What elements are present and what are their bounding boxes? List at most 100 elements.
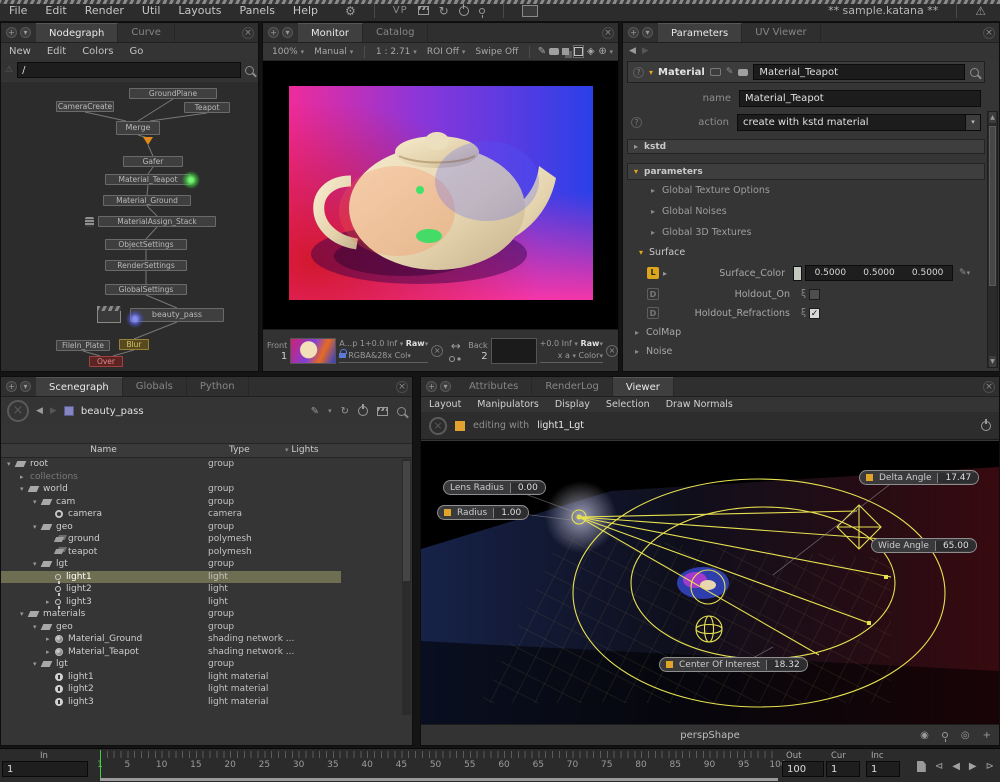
close-icon[interactable]: ×	[396, 381, 408, 393]
tab-parameters[interactable]: Parameters	[658, 23, 742, 42]
light-icon[interactable]	[942, 732, 948, 738]
expander-icon[interactable]	[20, 473, 29, 481]
roi-select[interactable]: ROI Off ▾	[423, 47, 470, 57]
mi-edit[interactable]: Edit	[36, 4, 75, 17]
node-rendersettings[interactable]: RenderSettings	[105, 260, 187, 271]
nodegraph-canvas[interactable]: GroundPlaneCameraCreateTeapotMergeGaferM…	[1, 82, 258, 371]
tab-catalog[interactable]: Catalog	[363, 23, 428, 42]
pen-icon[interactable]: ✎	[959, 268, 967, 278]
mi-help[interactable]: Help	[284, 4, 327, 17]
frame-tick-70[interactable]: 70	[567, 760, 578, 770]
frame-tick-60[interactable]: 60	[498, 760, 509, 770]
flipbook-icon[interactable]	[917, 761, 926, 772]
scenegraph-row-materials[interactable]: materialsgroup	[1, 608, 412, 621]
gear-icon[interactable]: ⚙	[345, 4, 356, 18]
tab-monitor[interactable]: Monitor	[298, 23, 363, 42]
scenegraph-row-material_teapot[interactable]: Material_Teapotshading network ...	[1, 646, 412, 659]
render-slate-icon[interactable]	[377, 407, 388, 416]
scrollbar-thumb[interactable]	[989, 126, 996, 286]
frame-tick-25[interactable]: 25	[259, 760, 270, 770]
front-slot[interactable]: Front1 A...p 1+0.0 Inf ▾ Raw▾ RGBA&28x C…	[267, 338, 443, 364]
scenegraph-row-light2[interactable]: light2light	[1, 583, 412, 596]
back-thumbnail[interactable]	[491, 338, 537, 364]
scrollbar[interactable]: ▲ ▼	[987, 111, 998, 368]
ngm-new[interactable]: New	[1, 46, 39, 57]
pane-add-icon[interactable]: +	[628, 27, 639, 38]
tab-globals[interactable]: Globals	[123, 377, 187, 396]
annotate-pen-icon[interactable]: ✎	[537, 45, 547, 58]
column-type[interactable]: Type	[229, 445, 250, 455]
manipulator-value[interactable]: 65.00	[935, 541, 976, 551]
refractions-checkbox[interactable]: ✓	[809, 308, 820, 319]
tab-python[interactable]: Python	[187, 377, 249, 396]
node-search-input[interactable]	[17, 62, 241, 78]
manipulator-value[interactable]: 17.47	[937, 473, 978, 483]
noise-group[interactable]: Noise	[635, 346, 985, 357]
mi-util[interactable]: Util	[133, 4, 169, 17]
pane-menu-icon[interactable]: ▾	[20, 27, 31, 38]
name-input[interactable]: Material_Teapot	[739, 90, 981, 107]
pane-menu-icon[interactable]: ▾	[642, 27, 653, 38]
power-icon[interactable]	[459, 6, 469, 16]
clapper-icon[interactable]	[522, 5, 538, 17]
vm-selection[interactable]: Selection	[598, 399, 658, 410]
frame-ruler[interactable]: 1510152025303540455055606570758085909510…	[100, 750, 778, 778]
frame-tick-90[interactable]: 90	[704, 760, 715, 770]
scenegraph-row-light2[interactable]: light2light material	[1, 683, 412, 696]
tab-nodegraph[interactable]: Nodegraph	[36, 23, 118, 42]
mi-layouts[interactable]: Layouts	[169, 4, 230, 17]
mi-panels[interactable]: Panels	[231, 4, 284, 17]
back-slot[interactable]: Back2 +0.0 Inf ▾ Raw▾ x a ▾ Color▾ ×	[468, 338, 618, 364]
scenegraph-row-material_ground[interactable]: Material_Groundshading network ...	[1, 633, 412, 646]
column-name[interactable]: Name	[1, 445, 206, 455]
manipulator-label-radius[interactable]: Radius1.00	[437, 505, 529, 520]
inc-field[interactable]: 1	[866, 761, 900, 777]
probe-icon[interactable]	[479, 8, 485, 14]
pane-add-icon[interactable]: +	[426, 381, 437, 392]
frame-tick-95[interactable]: 95	[738, 760, 749, 770]
pgroup-item-global-noises[interactable]: Global Noises	[627, 201, 985, 222]
scenegraph-row-light3[interactable]: light3light material	[1, 696, 412, 709]
close-icon[interactable]: ×	[242, 27, 254, 39]
scenegraph-row-geo[interactable]: geogroup	[1, 621, 412, 634]
zoom-select[interactable]: 100% ▾	[268, 47, 308, 57]
frame-tick-50[interactable]: 50	[430, 760, 441, 770]
scenegraph-row-teapot[interactable]: teapotpolymesh	[1, 546, 412, 559]
tab-viewer[interactable]: Viewer	[613, 377, 674, 396]
tab-attributes[interactable]: Attributes	[456, 377, 532, 396]
expander-icon[interactable]	[46, 598, 55, 606]
chevron-down-icon[interactable]: ▾	[965, 115, 980, 130]
pgroup-item-global-texture-options[interactable]: Global Texture Options	[627, 180, 985, 201]
swap-arrows-icon[interactable]: ↔	[451, 339, 461, 353]
nav-back-icon[interactable]: ◀	[629, 46, 636, 56]
frame-tick-15[interactable]: 15	[190, 760, 201, 770]
manipulator-label-lens-radius[interactable]: Lens Radius0.00	[443, 480, 546, 495]
sync-icon[interactable]: ↻	[341, 406, 349, 417]
action-dropdown[interactable]: create with kstd material ▾	[737, 114, 981, 131]
mi-render[interactable]: Render	[76, 4, 133, 17]
frame-tick-20[interactable]: 20	[224, 760, 235, 770]
node-material_teapot[interactable]: Material_Teapot	[105, 174, 191, 185]
colmap-group[interactable]: ColMap	[635, 327, 985, 338]
key-next-icon[interactable]: ⊳	[986, 761, 994, 772]
pane-add-icon[interactable]: +	[6, 381, 17, 392]
out-field[interactable]: 100	[782, 761, 824, 777]
manipulator-value[interactable]: 0.00	[510, 483, 545, 493]
frame-tick-5[interactable]: 5	[125, 760, 131, 770]
node-name-field[interactable]: Material_Teapot	[753, 64, 965, 80]
scenegraph-row-geo[interactable]: geogroup	[1, 521, 412, 534]
power-icon[interactable]	[358, 406, 368, 416]
link-icon[interactable]	[449, 356, 455, 362]
key-prev-icon[interactable]: ⊲	[935, 761, 943, 772]
frame-tick-35[interactable]: 35	[327, 760, 338, 770]
in-field[interactable]: 1	[2, 761, 88, 777]
frame-tick-40[interactable]: 40	[361, 760, 372, 770]
comment-icon[interactable]	[738, 69, 748, 76]
scenegraph-row-ground[interactable]: groundpolymesh	[1, 533, 412, 546]
frame-tick-45[interactable]: 45	[396, 760, 407, 770]
swipe-select[interactable]: Swipe Off	[471, 47, 522, 57]
vm-manipulators[interactable]: Manipulators	[469, 399, 547, 410]
pane-menu-icon[interactable]: ▾	[20, 381, 31, 392]
frame-tick-55[interactable]: 55	[464, 760, 475, 770]
node-beauty_pass[interactable]: beauty_pass	[130, 308, 224, 322]
